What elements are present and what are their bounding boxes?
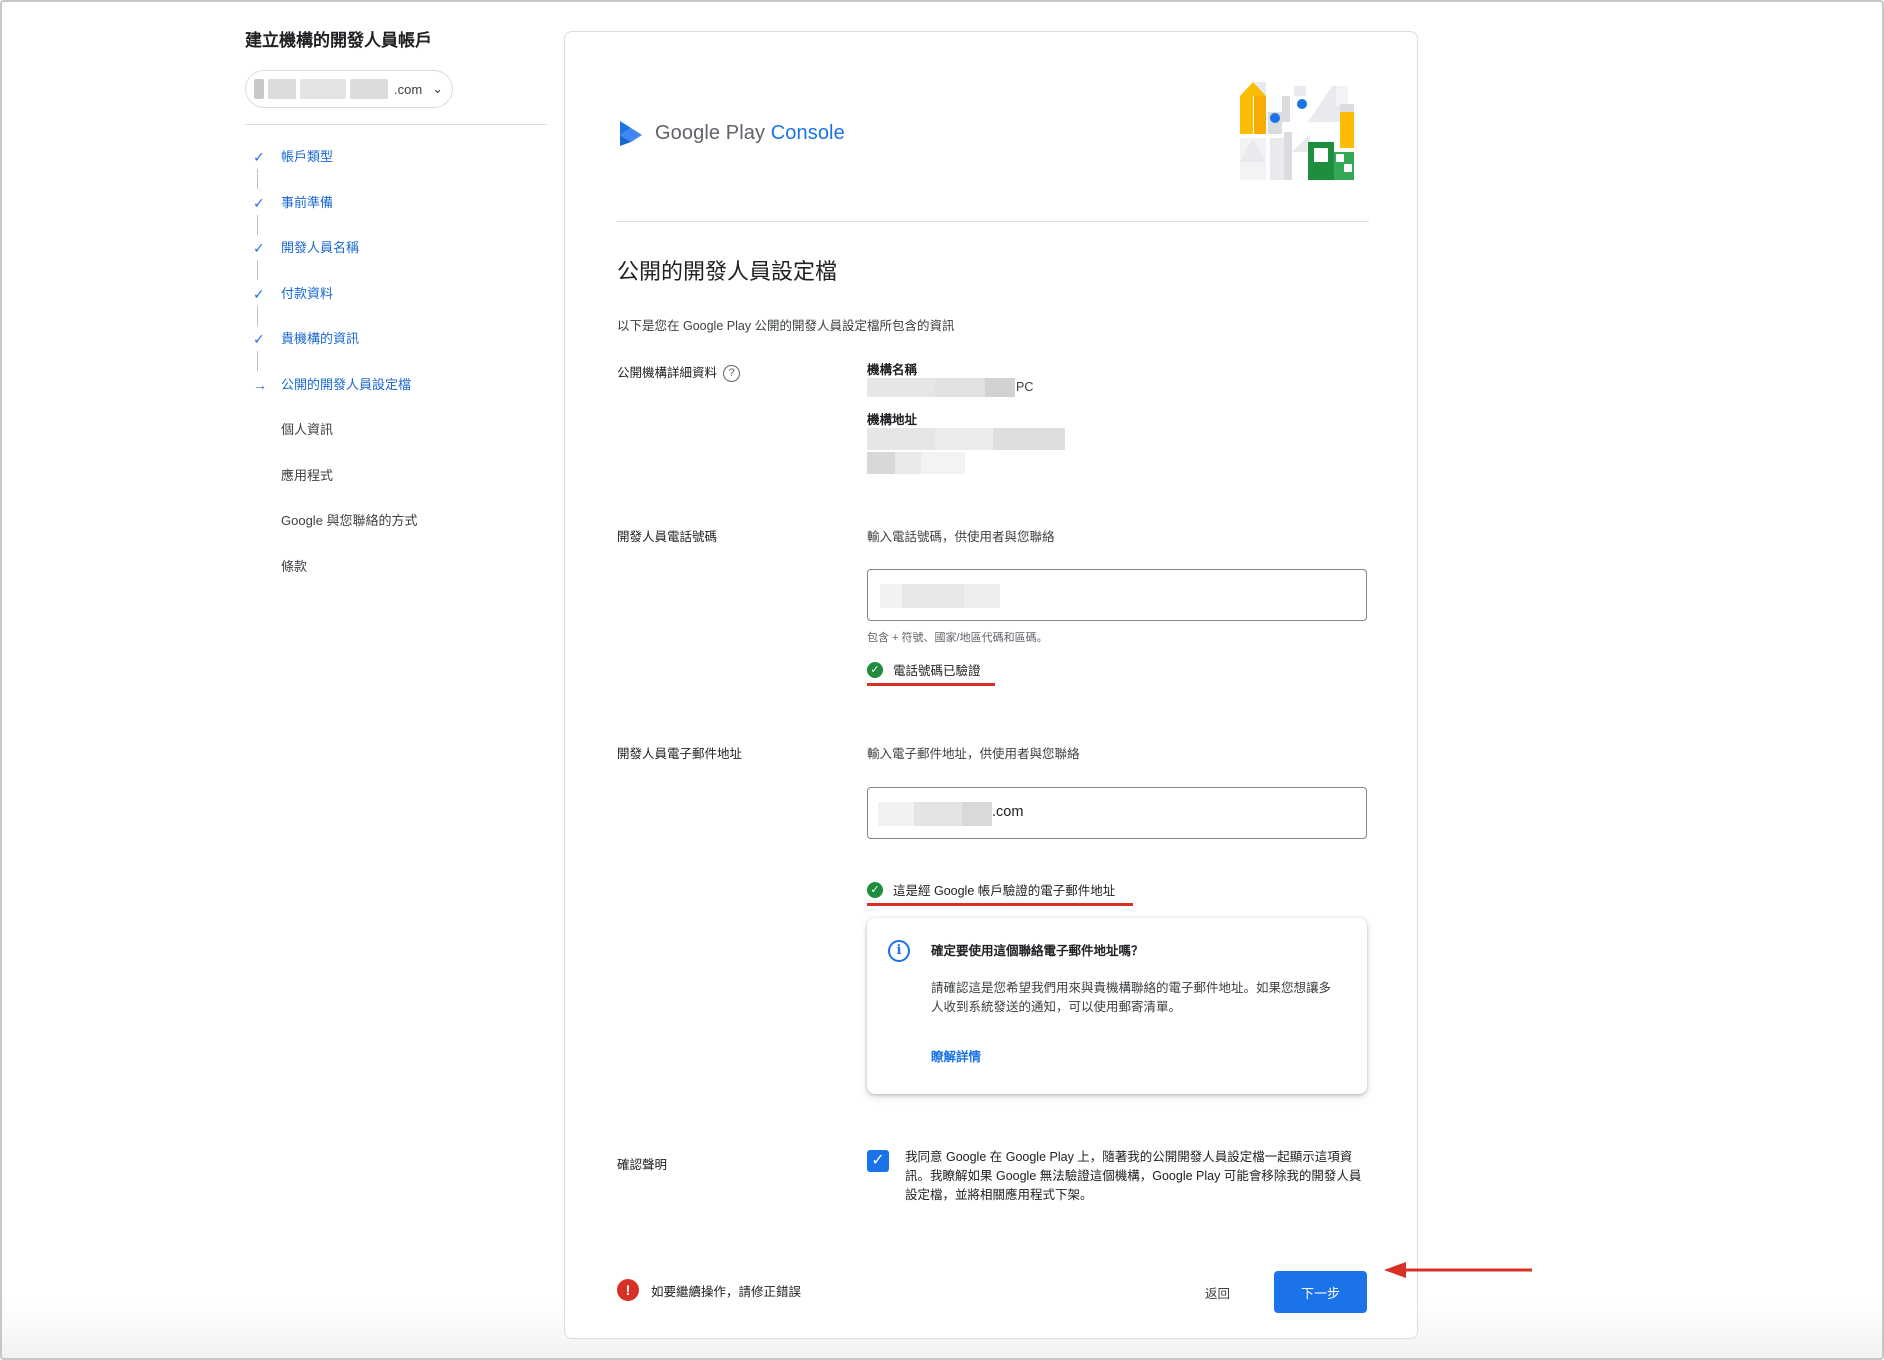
sidebar-step-label: 個人資訊 <box>281 422 334 437</box>
email-input[interactable]: .com <box>867 787 1367 839</box>
error-text: 如要繼續操作，請修正錯誤 <box>651 1284 802 1299</box>
annotation-underline <box>867 903 1133 906</box>
sidebar-step-label: 貴機構的資訊 <box>281 331 360 346</box>
callout-title: 確定要使用這個聯絡電子郵件地址嗎？ <box>931 944 1144 958</box>
chevron-down-icon: ⌄ <box>432 81 444 96</box>
redacted-address <box>921 452 965 474</box>
annotation-arrow <box>1384 1262 1532 1278</box>
check-circle-icon: ✓ <box>867 881 883 898</box>
sidebar-step-label: 條款 <box>281 558 308 574</box>
phone-prompt: 輸入電話號碼，供使用者與您聯絡 <box>867 530 1055 544</box>
declaration-label: 確認聲明 <box>617 1158 668 1172</box>
redacted-email <box>914 802 962 826</box>
email-confirm-callout: i 確定要使用這個聯絡電子郵件地址嗎？ 請確認這是您希望我們用來與貴機構聯絡的電… <box>867 918 1367 1094</box>
sidebar-step[interactable]: Google 與您聯絡的方式 <box>245 511 547 557</box>
learn-more-link[interactable]: 瞭解詳情 <box>931 1046 981 1065</box>
logo-text: Google Play Console <box>655 122 845 145</box>
sidebar-step-label: 帳戶類型 <box>281 149 334 164</box>
sidebar-step[interactable]: 應用程式 <box>245 466 547 512</box>
step-list: ✓ 帳戶類型 ✓ 事前準備 ✓ 開發人員名稱 ✓ 付款資料 ✓ 貴機構的資訊 → 公開的開發人員設定檔… <box>245 147 547 602</box>
sidebar-title: 建立機構的開發人員帳戶 <box>245 31 432 50</box>
sidebar-step[interactable]: ✓ 付款資料 <box>245 284 547 330</box>
play-console-logo: Google Play Console <box>617 118 845 148</box>
callout-body: 請確認這是您希望我們用來與貴機構聯絡的電子郵件地址。如果您想讓多人收到系統發送的… <box>931 981 1332 1014</box>
checkmark-icon: ✓ <box>253 331 265 347</box>
checkmark-icon: ✓ <box>253 240 265 256</box>
sidebar: 建立機構的開發人員帳戶 .com ⌄ ✓ 帳戶類型 ✓ 事前準備 ✓ 開發人員名稱 ✓ 付款資… <box>245 29 547 602</box>
arrow-right-icon: → <box>253 376 267 393</box>
redacted-account-name <box>254 79 388 99</box>
sidebar-step[interactable]: ✓ 開發人員名稱 <box>245 238 547 284</box>
checkmark-icon: ✓ <box>253 149 265 165</box>
account-selector[interactable]: .com ⌄ <box>245 70 453 108</box>
org-details-label-text: 公開機構詳細資料 <box>617 366 718 380</box>
phone-label: 開發人員電話號碼 <box>617 530 718 544</box>
phone-verified-text: 電話號碼已驗證 <box>893 664 981 678</box>
section-intro: 以下是您在 Google Play 公開的開發人員設定檔所包含的資訊 <box>617 319 955 333</box>
redacted-email <box>962 802 992 826</box>
sidebar-step-label: 事前準備 <box>281 194 334 210</box>
redacted-org-name <box>985 378 1015 397</box>
card-divider <box>617 221 1369 222</box>
sidebar-step[interactable]: → 公開的開發人員設定檔 <box>245 375 547 421</box>
sidebar-divider <box>245 124 547 125</box>
phone-input[interactable] <box>867 569 1367 621</box>
email-label: 開發人員電子郵件地址 <box>617 747 743 761</box>
redacted-address <box>867 428 935 450</box>
redacted-phone <box>880 584 902 608</box>
logo-console: Console <box>770 121 845 144</box>
declaration-text: 我同意 Google 在 Google Play 上，隨著我的公開開發人員設定檔… <box>905 1150 1362 1202</box>
back-button[interactable]: 返回 <box>1205 1283 1230 1302</box>
sidebar-step-label: 應用程式 <box>281 467 334 483</box>
email-verified-status: ✓ 這是經 Google 帳戶驗證的電子郵件地址 <box>867 880 1115 899</box>
logo-google-play: Google Play <box>655 121 766 144</box>
redacted-phone <box>964 584 1000 608</box>
sidebar-step[interactable]: ✓ 貴機構的資訊 <box>245 329 547 375</box>
sidebar-step[interactable]: 個人資訊 <box>245 420 547 466</box>
org-name-suffix: PC <box>1016 380 1034 394</box>
org-name-label: 機構名稱 <box>867 363 918 377</box>
account-domain: .com <box>394 81 423 97</box>
declaration-checkbox[interactable]: ✓ <box>867 1150 889 1172</box>
page-title: 公開的開發人員設定檔 <box>617 259 838 284</box>
email-input-suffix: .com <box>992 804 1024 820</box>
phone-helper-text: 包含 + 符號、國家/地區代碼和區碼。 <box>867 632 1048 644</box>
main-card: Google Play Console 公開的開發人員設定檔 以下是您在 Goo… <box>564 31 1418 1339</box>
redacted-org-name <box>935 378 985 397</box>
phone-verified-status: ✓ 電話號碼已驗證 <box>867 660 981 679</box>
play-console-icon <box>620 121 642 146</box>
sidebar-step-label: Google 與您聯絡的方式 <box>281 513 418 528</box>
sidebar-step[interactable]: ✓ 帳戶類型 <box>245 147 547 193</box>
redacted-address <box>993 428 1065 450</box>
sidebar-step[interactable]: 條款 <box>245 557 547 603</box>
error-message: ! 如要繼續操作，請修正錯誤 <box>617 1279 801 1301</box>
error-icon: ! <box>617 1279 639 1301</box>
checkmark-icon: ✓ <box>253 194 265 211</box>
redacted-address <box>895 452 921 474</box>
checkmark-icon: ✓ <box>253 285 265 302</box>
redacted-phone <box>902 584 964 608</box>
redacted-email <box>878 802 914 826</box>
org-address-label: 機構地址 <box>867 413 918 427</box>
sidebar-step-label: 開發人員名稱 <box>281 240 360 255</box>
redacted-org-name <box>867 378 935 397</box>
redacted-address <box>867 452 895 474</box>
sidebar-step-label: 付款資料 <box>281 285 334 301</box>
annotation-underline <box>867 683 995 686</box>
sidebar-step[interactable]: ✓ 事前準備 <box>245 193 547 239</box>
window-frame: 建立機構的開發人員帳戶 .com ⌄ ✓ 帳戶類型 ✓ 事前準備 ✓ 開發人員名稱 ✓ 付款資… <box>0 0 1884 1360</box>
help-icon[interactable]: ? <box>723 365 741 383</box>
header-illustration <box>1240 82 1354 180</box>
org-details-label: 公開機構詳細資料? <box>617 362 741 383</box>
next-button[interactable]: 下一步 <box>1274 1271 1367 1313</box>
email-prompt: 輸入電子郵件地址，供使用者與您聯絡 <box>867 747 1080 761</box>
info-icon: i <box>888 940 910 962</box>
email-verified-text: 這是經 Google 帳戶驗證的電子郵件地址 <box>893 884 1116 898</box>
sidebar-step-label: 公開的開發人員設定檔 <box>281 376 412 392</box>
redacted-address <box>935 428 993 450</box>
check-circle-icon: ✓ <box>867 661 883 678</box>
